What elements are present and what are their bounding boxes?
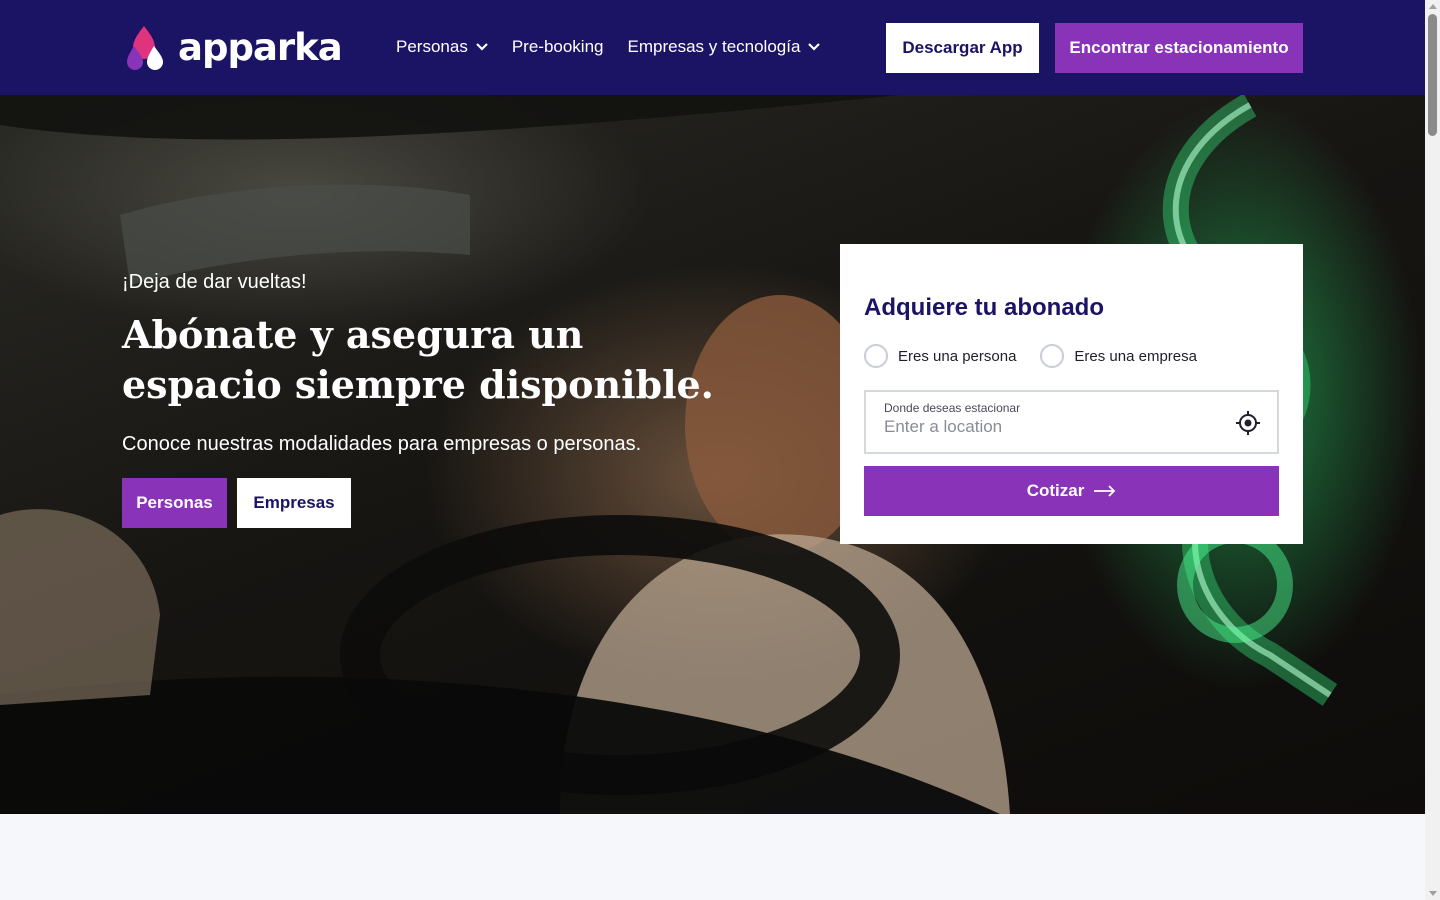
- quote-card: Adquiere tu abonado Eres una persona Ere…: [840, 244, 1303, 544]
- radio-empresa-label: Eres una empresa: [1074, 347, 1197, 365]
- radio-persona[interactable]: Eres una persona: [864, 344, 1016, 368]
- nav-personas[interactable]: Personas: [396, 37, 488, 57]
- location-field[interactable]: Donde deseas estacionar: [864, 390, 1279, 454]
- page-scrollbar[interactable]: [1425, 0, 1440, 900]
- radio-circle[interactable]: [1040, 344, 1065, 368]
- hero-section: ¡Deja de dar vueltas! Abónate y asegura …: [0, 95, 1425, 814]
- nav-personas-label: Personas: [396, 37, 468, 56]
- quote-card-title: Adquiere tu abonado: [864, 294, 1104, 321]
- apparka-logo-icon: [127, 26, 163, 70]
- cotizar-button[interactable]: Cotizar: [864, 466, 1279, 516]
- scroll-down-arrow-icon[interactable]: [1429, 891, 1437, 896]
- personas-button[interactable]: Personas: [122, 478, 227, 528]
- radio-persona-label: Eres una persona: [898, 347, 1017, 365]
- radio-circle[interactable]: [864, 344, 888, 368]
- empresas-button[interactable]: Empresas: [237, 478, 351, 528]
- nav-prebooking-label: Pre-booking: [511, 37, 604, 56]
- nav-prebooking[interactable]: Pre-booking: [512, 37, 604, 57]
- scroll-thumb[interactable]: [1428, 14, 1437, 136]
- chevron-down-icon: [476, 43, 488, 51]
- customer-type-radio-group: Eres una persona Eres una empresa: [864, 344, 1197, 368]
- cotizar-label: Cotizar: [1026, 481, 1085, 500]
- site-header: apparka Personas Pre-booking Empresas y …: [0, 0, 1425, 95]
- nav-empresas-label: Empresas y tecnología: [627, 37, 801, 56]
- hero-subtitle: Conoce nuestras modalidades para empresa…: [122, 433, 642, 455]
- nav-empresas-tecnologia[interactable]: Empresas y tecnología: [628, 37, 821, 57]
- next-section: [0, 814, 1425, 900]
- brand-logo[interactable]: apparka: [122, 24, 343, 70]
- brand-name: apparka: [178, 25, 343, 69]
- chevron-down-icon: [808, 43, 821, 51]
- main-nav: Personas Pre-booking Empresas y tecnolog…: [396, 37, 821, 57]
- arrow-right-icon: [1094, 485, 1116, 497]
- radio-empresa[interactable]: Eres una empresa: [1040, 344, 1197, 368]
- location-field-label: Donde deseas estacionar: [884, 401, 1021, 415]
- crosshair-icon[interactable]: [1235, 410, 1261, 436]
- scroll-up-arrow-icon[interactable]: [1429, 4, 1437, 9]
- find-parking-button[interactable]: Encontrar estacionamiento: [1055, 23, 1303, 73]
- download-app-button[interactable]: Descargar App: [886, 23, 1039, 73]
- location-input[interactable]: [884, 416, 1214, 438]
- hero-eyebrow: ¡Deja de dar vueltas!: [122, 271, 307, 293]
- hero-headline: Abónate y asegura un espacio siempre dis…: [122, 312, 714, 407]
